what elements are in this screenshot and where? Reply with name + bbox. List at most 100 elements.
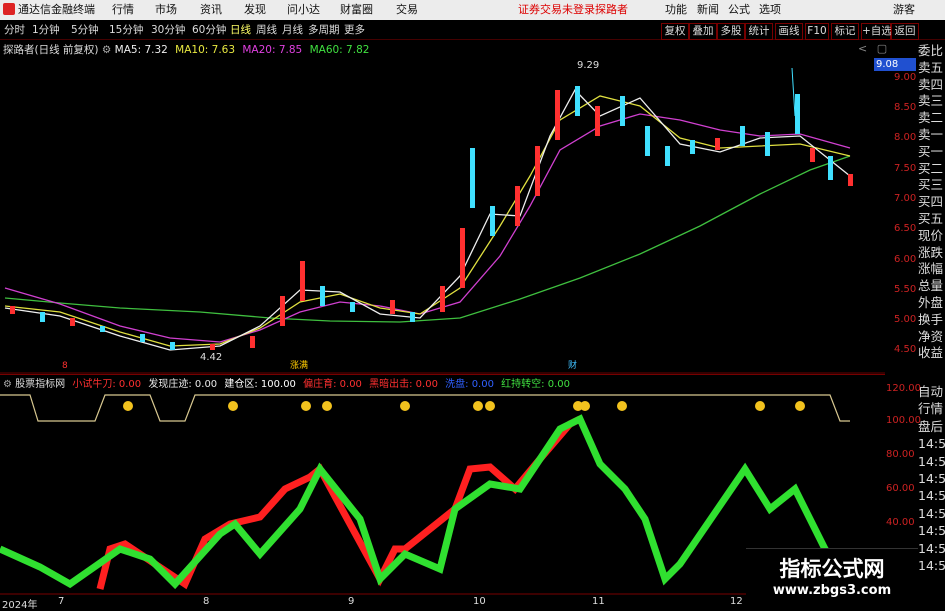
month-label: 9 — [348, 596, 355, 607]
period-tab-monthly[interactable]: 月线 — [282, 23, 303, 37]
quote-label: 买五 — [918, 210, 944, 226]
ma5-line — [4, 88, 851, 351]
watermark-url: www.zbgs3.com — [772, 583, 892, 598]
price-axis: 9.08 9.00 8.50 8.00 7.50 7.00 6.50 6.00 … — [872, 56, 918, 374]
low-price-label: 4.42 — [200, 352, 222, 363]
back-button[interactable]: 返回 — [891, 23, 919, 40]
period-tab-daily[interactable]: 日线 — [230, 23, 251, 37]
ma5-value: MA5: 7.32 — [114, 44, 168, 56]
step-line-green — [0, 414, 843, 590]
quote-label: 买二 — [918, 160, 944, 176]
add-watchlist-button[interactable]: +自选 — [861, 23, 892, 40]
period-bar: 分时 1分钟 5分钟 15分钟 30分钟 60分钟 日线 周线 月线 多周期 更… — [0, 21, 945, 40]
price-tick: 5.00 — [894, 314, 917, 325]
price-tick: 7.50 — [894, 163, 917, 174]
price-tick: 9.00 — [894, 72, 917, 83]
indicator-header: ⚙ 股票指标网 小试牛刀: 0.00 发现庄迹: 0.00 建仓区: 100.0… — [0, 374, 885, 390]
menu-item-layout[interactable]: 新闻 — [697, 3, 719, 17]
current-price-box: 9.08 — [874, 58, 916, 71]
quote-label: 盘后 — [918, 418, 944, 434]
app-title: 通达信金融终端 — [18, 3, 95, 16]
gear-icon[interactable]: ⚙ — [102, 44, 111, 56]
expand-icon[interactable]: ▢ — [877, 42, 887, 55]
stock-short-name: 探路者 — [595, 3, 628, 16]
tick-time: 14:5 — [918, 540, 945, 556]
indicator-tick: 60.00 — [886, 483, 915, 494]
tick-time: 14:5 — [918, 505, 945, 521]
high-price-label: 9.29 — [577, 60, 599, 71]
price-tick: 8.00 — [894, 132, 917, 143]
restore-button[interactable]: 复权 — [661, 23, 689, 40]
period-tab-more[interactable]: 更多 — [344, 23, 365, 37]
quote-label: 自动 — [918, 384, 944, 399]
price-tick: 4.50 — [894, 344, 917, 355]
event-marker-b: 涨满 — [290, 360, 308, 371]
quote-label: 卖四 — [918, 76, 944, 92]
menu-item-quote[interactable]: 行情 — [112, 3, 134, 17]
mark-button[interactable]: 标记 — [831, 23, 859, 40]
quote-label: 卖二 — [918, 110, 944, 126]
quote-label: 行情 — [918, 401, 944, 417]
tick-time: 14:5 — [918, 453, 945, 469]
menu-item-wealth[interactable]: 财富圈 — [340, 3, 373, 17]
ma-info-line: 探路者(日线 前复权) ⚙ MA5: 7.32 MA10: 7.63 MA20:… — [3, 42, 369, 56]
period-tab-15min[interactable]: 15分钟 — [109, 23, 143, 37]
menu-item-function[interactable]: 功能 — [665, 3, 687, 17]
quote-label: 委比 — [918, 43, 944, 58]
menu-item-trade[interactable]: 交易 — [396, 3, 418, 17]
indicator-tick: 100.00 — [886, 415, 921, 426]
overlay-button[interactable]: 叠加 — [689, 23, 717, 40]
smiley-icon — [123, 401, 805, 411]
quote-label: 买一 — [918, 143, 944, 159]
quote-label: 净资 — [918, 328, 944, 344]
indicator-tick: 80.00 — [886, 449, 915, 460]
event-marker-a: 8 — [62, 361, 68, 371]
price-tick: 6.00 — [894, 254, 917, 265]
menu-item-formula[interactable]: 公式 — [728, 3, 750, 17]
price-tick: 5.50 — [894, 284, 917, 295]
menu-item-discover[interactable]: 发现 — [244, 3, 266, 17]
event-marker-c: 财 — [568, 359, 577, 371]
period-tab-intraday[interactable]: 分时 — [4, 23, 25, 37]
ma60-value: MA60: 7.82 — [309, 44, 370, 56]
menu-item-options[interactable]: 选项 — [759, 3, 781, 17]
quote-panel: 委比 卖五 卖四 卖三 卖二 卖一 买一 买二 买三 买四 买五 现价 涨跌 涨… — [918, 43, 945, 380]
step-line-red — [96, 415, 582, 590]
statistics-button[interactable]: 统计 — [745, 23, 773, 40]
multi-stock-button[interactable]: 多股 — [717, 23, 745, 40]
quote-label: 卖一 — [918, 126, 944, 142]
menu-item-news[interactable]: 资讯 — [200, 3, 222, 17]
quote-label: 现价 — [918, 227, 944, 243]
period-tab-1min[interactable]: 1分钟 — [32, 23, 60, 37]
watermark-badge: 指标公式网 www.zbgs3.com — [746, 548, 918, 607]
candlestick-chart[interactable]: 9.29 4.42 8 涨满 财 — [0, 56, 885, 374]
period-tab-weekly[interactable]: 周线 — [256, 23, 277, 37]
period-tab-multi[interactable]: 多周期 — [308, 23, 340, 37]
price-tick: 8.50 — [894, 102, 917, 113]
draw-line-button[interactable]: 画线 — [775, 23, 803, 40]
user-label[interactable]: 游客 — [893, 3, 915, 17]
ma20-value: MA20: 7.85 — [242, 44, 303, 56]
quote-label: 买三 — [918, 177, 944, 193]
menu-item-ask[interactable]: 问小达 — [287, 3, 320, 17]
tick-time: 14:5 — [918, 470, 945, 486]
indicator-tick: 120.00 — [886, 383, 921, 394]
chart-controls: < ▢ — [858, 42, 887, 55]
f10-button[interactable]: F10 — [805, 23, 829, 40]
quote-label: 外盘 — [918, 294, 944, 310]
quote-label: 涨幅 — [918, 261, 944, 277]
period-tab-30min[interactable]: 30分钟 — [151, 23, 185, 37]
login-notice[interactable]: 证券交易未登录 — [518, 3, 595, 17]
menu-item-market[interactable]: 市场 — [155, 3, 177, 17]
quote-label: 卖五 — [918, 59, 944, 75]
indicator-tick: 40.00 — [886, 517, 915, 528]
fold-icon[interactable]: < — [858, 42, 867, 55]
quote-label: 涨跌 — [918, 244, 944, 260]
period-tab-60min[interactable]: 60分钟 — [192, 23, 226, 37]
ma10-value: MA10: 7.63 — [175, 44, 236, 56]
quote-label: 总量 — [918, 278, 944, 294]
app-logo-icon — [3, 3, 15, 15]
month-label: 8 — [203, 596, 210, 607]
period-tab-5min[interactable]: 5分钟 — [71, 23, 99, 37]
month-label: 11 — [592, 596, 605, 607]
